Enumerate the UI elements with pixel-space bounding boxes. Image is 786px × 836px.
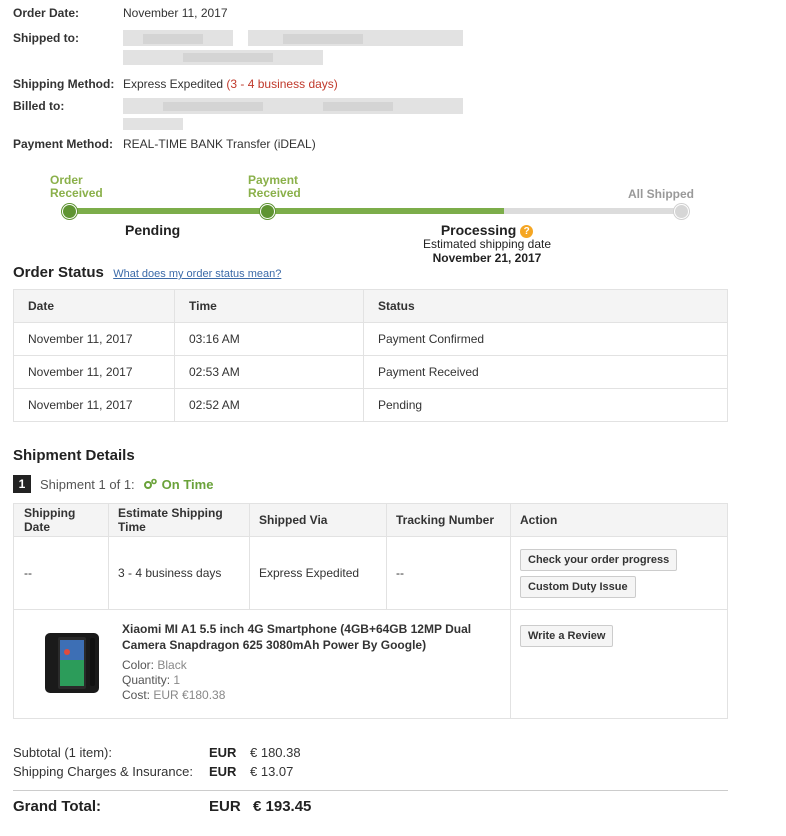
step-payment-received-line2: Received <box>248 186 301 200</box>
shipment-label: Shipment 1 of 1: <box>40 476 135 492</box>
status-time: 02:53 AM <box>174 355 364 389</box>
cost-label: Cost: <box>122 688 151 702</box>
table-row: November 11, 2017 02:53 AM Payment Recei… <box>13 355 728 389</box>
col-tracking-number: Tracking Number <box>386 503 511 537</box>
status-text: Payment Received <box>363 355 728 389</box>
col-status: Status <box>363 289 728 323</box>
totals-divider <box>13 790 728 791</box>
estimate-time-cell: 3 - 4 business days <box>108 536 250 610</box>
pending-stage-label: Pending <box>125 222 181 238</box>
subtotal-currency: EUR <box>209 745 237 760</box>
step-all-shipped-dot <box>674 204 689 219</box>
processing-title: Processing ? <box>402 222 572 238</box>
shipped-via-cell: Express Expedited <box>249 536 387 610</box>
action-cell: Check your order progress Custom Duty Is… <box>510 536 728 610</box>
table-row: -- 3 - 4 business days Express Expedited… <box>13 536 728 610</box>
product-cell: Xiaomi MI A1 5.5 inch 4G Smartphone (4GB… <box>13 609 511 719</box>
payment-method-value: REAL-TIME BANK Transfer (iDEAL) <box>123 137 316 151</box>
progress-fill <box>69 208 504 214</box>
gears-icon <box>143 478 157 489</box>
subtotal-label: Subtotal (1 item): <box>13 745 112 760</box>
shipment-table: Shipping Date Estimate Shipping Time Shi… <box>13 503 728 719</box>
quantity-label: Quantity: <box>122 673 171 687</box>
order-date-value: November 11, 2017 <box>123 6 228 20</box>
shipment-number-badge: 1 <box>13 475 31 493</box>
shipping-charges-value: € 13.07 <box>250 764 294 779</box>
billed-to-address-redacted <box>123 96 463 136</box>
shipping-method-days: (3 - 4 business days) <box>226 77 338 91</box>
shipping-charges-label: Shipping Charges & Insurance: <box>13 764 193 779</box>
order-status-table: Date Time Status November 11, 2017 03:16… <box>13 289 728 422</box>
table-row: November 11, 2017 03:16 AM Payment Confi… <box>13 322 728 356</box>
step-payment-received-dot <box>260 204 275 219</box>
shipped-to-address-redacted <box>123 28 463 68</box>
step-order-received-label: Order Received <box>50 174 103 200</box>
shipping-method-label: Shipping Method: <box>13 77 115 91</box>
shipment-header-row: Shipping Date Estimate Shipping Time Shi… <box>13 503 728 537</box>
custom-duty-issue-button[interactable]: Custom Duty Issue <box>520 575 636 598</box>
processing-stage: Processing ? Estimated shipping date Nov… <box>402 222 572 266</box>
grand-total-value: € 193.45 <box>253 798 312 815</box>
billed-to-label: Billed to: <box>13 99 65 113</box>
product-quantity: Quantity: 1 <box>122 673 225 688</box>
shipment-details-title: Shipment Details <box>13 447 135 464</box>
status-date: November 11, 2017 <box>13 388 175 422</box>
product-phone-image[interactable] <box>44 632 100 694</box>
product-name[interactable]: Xiaomi MI A1 5.5 inch 4G Smartphone (4GB… <box>122 621 472 653</box>
order-status-title: Order Status <box>13 264 104 281</box>
color-label: Color: <box>122 658 155 672</box>
col-action: Action <box>510 503 728 537</box>
col-time: Time <box>174 289 364 323</box>
color-value: Black <box>157 658 187 672</box>
product-cost: Cost: EUR €180.38 <box>122 688 225 703</box>
shipped-to-label: Shipped to: <box>13 31 79 45</box>
order-status-help-link[interactable]: What does my order status mean? <box>113 268 281 280</box>
status-text: Pending <box>363 388 728 422</box>
processing-label: Processing <box>440 222 517 238</box>
write-review-button[interactable]: Write a Review <box>520 625 614 647</box>
grand-total-currency: EUR <box>209 798 241 815</box>
grand-total-label: Grand Total: <box>13 798 102 815</box>
order-date-label: Order Date: <box>13 6 80 20</box>
col-date: Date <box>13 289 175 323</box>
product-row: Xiaomi MI A1 5.5 inch 4G Smartphone (4GB… <box>13 609 728 719</box>
check-order-progress-button[interactable]: Check your order progress <box>520 548 678 571</box>
payment-method-label: Payment Method: <box>13 137 114 151</box>
step-all-shipped-label: All Shipped <box>628 187 694 201</box>
on-time-status: On Time <box>143 476 214 492</box>
table-row: November 11, 2017 02:52 AM Pending <box>13 388 728 422</box>
estimated-shipping-date: November 21, 2017 <box>432 251 542 265</box>
status-text: Payment Confirmed <box>363 322 728 356</box>
step-order-received-line2: Received <box>50 186 103 200</box>
status-date: November 11, 2017 <box>13 355 175 389</box>
step-order-received-dot <box>62 204 77 219</box>
tracking-number-cell: -- <box>386 536 511 610</box>
product-attributes: Color: Black Quantity: 1 Cost: EUR €180.… <box>122 658 225 703</box>
cost-value: EUR €180.38 <box>153 688 226 702</box>
order-status-header-row: Date Time Status <box>13 289 728 323</box>
shipping-date-cell: -- <box>13 536 109 610</box>
estimated-shipping-label: Estimated shipping date <box>422 237 552 251</box>
quantity-value: 1 <box>173 673 181 687</box>
order-status-header: Order Status What does my order status m… <box>13 264 281 281</box>
shipping-method-value: Express Expedited (3 - 4 business days) <box>123 77 338 91</box>
status-time: 03:16 AM <box>174 322 364 356</box>
col-estimate-time: Estimate Shipping Time <box>108 503 250 537</box>
on-time-label: On Time <box>161 476 214 492</box>
product-color: Color: Black <box>122 658 225 673</box>
review-cell: Write a Review <box>510 609 728 719</box>
col-shipped-via: Shipped Via <box>249 503 387 537</box>
shipping-method-name: Express Expedited <box>123 77 224 91</box>
status-date: November 11, 2017 <box>13 322 175 356</box>
subtotal-value: € 180.38 <box>250 745 301 760</box>
col-shipping-date: Shipping Date <box>13 503 109 537</box>
status-time: 02:52 AM <box>174 388 364 422</box>
shipping-charges-currency: EUR <box>209 764 237 779</box>
shipment-summary: 1 Shipment 1 of 1: On Time <box>13 475 213 493</box>
step-payment-received-label: Payment Received <box>248 174 301 200</box>
